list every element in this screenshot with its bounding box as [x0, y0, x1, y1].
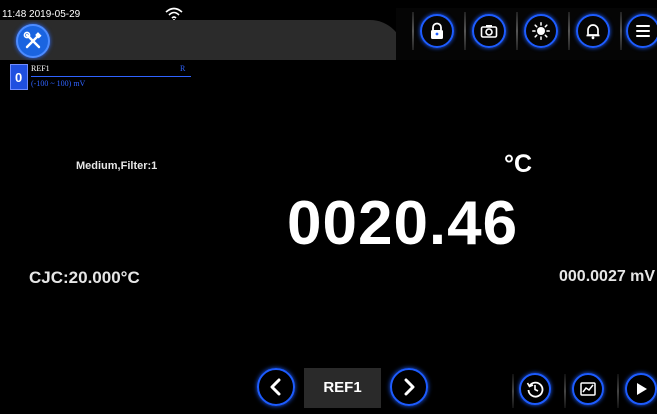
menu-button[interactable]: [626, 14, 657, 48]
chevron-left-icon: [270, 378, 281, 396]
channel-divider: [31, 76, 191, 77]
status-time: 11:48 2019-05-29: [2, 9, 81, 20]
next-channel-button[interactable]: [390, 368, 428, 406]
lock-button[interactable]: [420, 14, 454, 48]
menu-icon: [636, 25, 650, 37]
history-icon: [526, 381, 544, 398]
brightness-button[interactable]: [524, 14, 558, 48]
tools-button[interactable]: [16, 24, 50, 58]
play-button[interactable]: [625, 373, 657, 405]
history-button[interactable]: [519, 373, 551, 405]
camera-button[interactable]: [472, 14, 506, 48]
channel-range: (-100 ~ 100) mV: [31, 79, 86, 88]
filter-label: Medium,Filter:1: [76, 160, 158, 172]
temperature-unit: °C: [504, 150, 533, 178]
brightness-icon: [532, 22, 550, 40]
separator: [568, 12, 570, 50]
tools-icon: [23, 31, 42, 49]
channel-number: 0: [15, 70, 23, 85]
separator: [412, 12, 414, 50]
channel-flag: R: [180, 64, 186, 73]
camera-icon: [480, 25, 498, 38]
chart-button[interactable]: [572, 373, 604, 405]
alarm-button[interactable]: [576, 14, 610, 48]
channel-name: REF1: [31, 64, 50, 73]
separator: [564, 374, 566, 408]
cjc-reading: CJC:20.000°C: [29, 268, 140, 287]
chevron-right-icon: [404, 378, 415, 396]
chart-icon: [580, 382, 596, 396]
header-bar: [0, 20, 404, 60]
lock-icon: [431, 22, 443, 39]
wifi-icon: [165, 7, 183, 21]
separator: [620, 12, 622, 50]
temperature-value: 0020.46: [287, 189, 519, 258]
separator: [516, 12, 518, 50]
previous-channel-button[interactable]: [257, 368, 295, 406]
channel-select-button[interactable]: REF1: [304, 368, 381, 408]
channel-number-box[interactable]: 0: [10, 64, 28, 90]
play-icon: [637, 383, 647, 395]
separator: [512, 374, 514, 408]
separator: [617, 374, 619, 408]
separator: [464, 12, 466, 50]
instrument-screen: 11:48 2019-05-29 0 REF1 R (-100 ~ 100) m…: [0, 0, 657, 414]
millivolt-reading: 000.0027 mV: [559, 268, 656, 285]
bell-icon: [586, 24, 600, 40]
